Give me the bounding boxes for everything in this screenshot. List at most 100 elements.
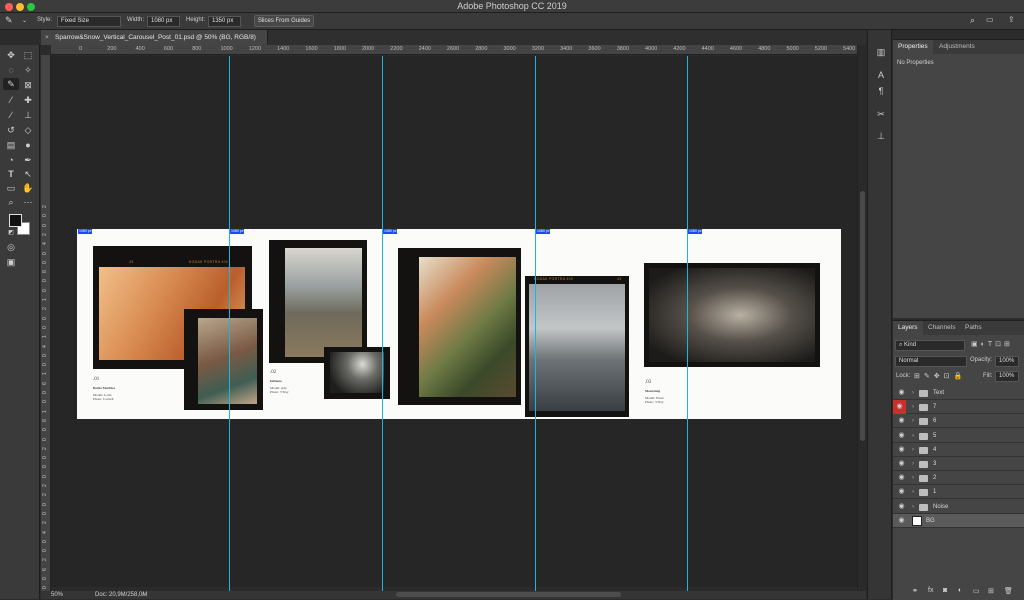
slice-tag[interactable]: 1080 px xyxy=(78,229,93,234)
horizontal-ruler[interactable]: 0 200 400 600 800 1000 1200 1400 1600 1800 2000 220… xyxy=(51,45,857,55)
document-tab[interactable]: × Sparrow&Snow_Vertical_Carousel_Post_01… xyxy=(41,30,268,45)
expand-chevron-icon[interactable]: › xyxy=(912,429,914,443)
visibility-eye-icon[interactable]: ◉ xyxy=(897,389,906,397)
layer-row[interactable]: ◉ › 5 xyxy=(893,429,1024,443)
visibility-eye-icon[interactable]: ◉ xyxy=(897,446,906,454)
close-window-button[interactable] xyxy=(5,3,13,11)
layer-row[interactable]: ◉ › Noise xyxy=(893,500,1024,514)
slices-from-guides-button[interactable]: Slices From Guides xyxy=(254,15,314,27)
search-icon[interactable]: ⌕ xyxy=(970,15,975,26)
width-field[interactable]: 1080 px xyxy=(147,16,180,27)
delete-layer-icon[interactable]: 🗑 xyxy=(1004,587,1013,595)
marquee-tool-icon[interactable]: ⬚ xyxy=(22,49,34,61)
screen-mode-icon[interactable]: ▣ xyxy=(5,256,17,268)
blend-mode-select[interactable]: Normal xyxy=(895,356,967,367)
visibility-eye-icon[interactable]: ◉ xyxy=(897,432,906,440)
opacity-field[interactable]: 100% xyxy=(995,356,1019,367)
expand-chevron-icon[interactable]: › xyxy=(912,457,914,471)
visibility-eye-icon[interactable]: ◉ xyxy=(897,503,906,511)
quick-select-tool-icon[interactable]: ✧ xyxy=(22,64,34,76)
link-layers-icon[interactable]: ⚭ xyxy=(912,587,918,595)
layer-row[interactable]: ◉ › 3 xyxy=(893,457,1024,471)
layer-filter-icons[interactable]: ▣◐T⊡⊞ xyxy=(971,340,1013,348)
rectangle-tool-icon[interactable]: ▭ xyxy=(5,182,17,194)
close-tab-icon[interactable]: × xyxy=(45,30,49,45)
eyedropper-tool-icon[interactable]: ⁄ xyxy=(5,94,17,106)
status-arrow-icon[interactable]: › xyxy=(142,591,144,599)
healing-tool-icon[interactable]: ✚ xyxy=(22,94,34,106)
share-icon[interactable]: ⇪ xyxy=(1008,15,1015,24)
height-field[interactable]: 1350 px xyxy=(208,16,241,27)
visibility-eye-icon[interactable]: ◉ xyxy=(897,417,906,425)
hand-tool-icon[interactable]: ✋ xyxy=(22,182,34,194)
paragraph-panel-icon[interactable]: ¶ xyxy=(876,86,886,96)
slice-tag[interactable]: 1080 px xyxy=(383,229,398,234)
fill-field[interactable]: 100% xyxy=(995,371,1019,382)
zoom-level[interactable]: 50% xyxy=(51,591,63,599)
horizontal-scroll-thumb[interactable] xyxy=(396,592,621,597)
expand-chevron-icon[interactable]: › xyxy=(912,500,914,514)
brush-tool-icon[interactable]: ∕ xyxy=(5,109,17,121)
minimize-window-button[interactable] xyxy=(16,3,24,11)
layer-row[interactable]: ◉ BG xyxy=(893,513,1024,528)
layer-filter-select[interactable]: ⌕ Kind xyxy=(895,340,965,351)
expand-chevron-icon[interactable]: › xyxy=(912,400,914,414)
tools-panel-icon[interactable]: ✂ xyxy=(876,109,886,119)
stamp-panel-icon[interactable]: ⊥ xyxy=(876,131,886,141)
vertical-ruler[interactable]: 2 0 0 2 4 0 0 8 0 0 1 2 0 0 1 4 0 0 1 6 0 0 1 8 0 0 2 0 0 0 2 2 0 0 2 4 0 0 2 6… xyxy=(41,55,51,591)
stamp-tool-icon[interactable]: ⊥ xyxy=(22,109,34,121)
tab-paths[interactable]: Paths xyxy=(960,321,987,335)
pen-tool-icon[interactable]: ✒ xyxy=(22,154,34,166)
slice-tag[interactable]: 1080 px xyxy=(688,229,703,234)
tab-layers[interactable]: Layers xyxy=(893,321,923,335)
guide-line[interactable] xyxy=(229,56,230,591)
layer-row[interactable]: ◉ › 6 xyxy=(893,414,1024,429)
tool-preset-chevron-icon[interactable]: ⌄ xyxy=(22,17,27,24)
blur-tool-icon[interactable]: ● xyxy=(22,139,34,151)
guide-line[interactable] xyxy=(687,56,688,591)
layer-row[interactable]: ◉ › Text xyxy=(893,386,1024,400)
slice-tool-icon[interactable]: ✎ xyxy=(3,78,19,90)
more-tools-icon[interactable]: ⋯ xyxy=(22,196,34,208)
quick-mask-icon[interactable]: ◎ xyxy=(5,241,17,253)
path-select-tool-icon[interactable]: ↖ xyxy=(22,168,34,180)
layer-style-icon[interactable]: fx xyxy=(928,587,933,594)
tab-channels[interactable]: Channels xyxy=(923,321,960,335)
expand-chevron-icon[interactable]: › xyxy=(912,471,914,485)
frame-tool-icon[interactable]: ⊠ xyxy=(22,79,34,91)
eraser-tool-icon[interactable]: ◇ xyxy=(22,124,34,136)
lasso-tool-icon[interactable]: ◌ xyxy=(5,64,17,76)
layer-row[interactable]: ◉ › 7 xyxy=(893,400,1024,415)
visibility-eye-icon[interactable]: ◉ xyxy=(897,460,906,468)
history-brush-icon[interactable]: ↺ xyxy=(5,124,17,136)
guide-line[interactable] xyxy=(382,56,383,591)
visibility-eye-icon[interactable]: ◉ xyxy=(897,517,906,525)
gradient-tool-icon[interactable]: ▤ xyxy=(5,139,17,151)
type-tool-icon[interactable]: T xyxy=(5,168,17,180)
visibility-eye-icon[interactable]: ◉ xyxy=(897,488,906,496)
expand-chevron-icon[interactable]: › xyxy=(912,485,914,499)
slice-tool-icon[interactable]: ✎ xyxy=(5,15,13,26)
guide-line[interactable] xyxy=(535,56,536,591)
layer-row[interactable]: ◉ › 1 xyxy=(893,485,1024,500)
default-colors-icon[interactable]: ◩ xyxy=(5,227,17,239)
layer-row[interactable]: ◉ › 4 xyxy=(893,443,1024,457)
style-select[interactable]: Fixed Size xyxy=(57,16,121,27)
slice-tag[interactable]: 1080 px xyxy=(536,229,551,234)
doc-info[interactable]: Doc: 20,9M/258,0M xyxy=(95,591,147,599)
expand-chevron-icon[interactable]: › xyxy=(912,443,914,457)
expand-chevron-icon[interactable]: › xyxy=(912,386,914,400)
visibility-eye-icon[interactable]: ◉ xyxy=(893,400,906,415)
slice-tag[interactable]: 1080 px xyxy=(230,229,245,234)
character-panel-icon[interactable]: A xyxy=(876,70,886,80)
lock-icons[interactable]: ⊞✎✥⊡🔒 xyxy=(914,372,966,380)
history-panel-icon[interactable]: ▥ xyxy=(876,47,886,57)
zoom-window-button[interactable] xyxy=(27,3,35,11)
document-canvas[interactable]: 43 KODAK PORTRA 400 KODAK PORTRA 400 43 … xyxy=(77,229,841,419)
adjustment-layer-icon[interactable]: ◐ xyxy=(958,587,962,594)
vertical-scroll-thumb[interactable] xyxy=(860,191,865,441)
new-group-icon[interactable]: ▭ xyxy=(973,587,980,595)
zoom-tool-icon[interactable]: ⌕ xyxy=(5,196,17,208)
move-tool-icon[interactable]: ✥ xyxy=(5,49,17,61)
expand-chevron-icon[interactable]: › xyxy=(912,414,914,428)
